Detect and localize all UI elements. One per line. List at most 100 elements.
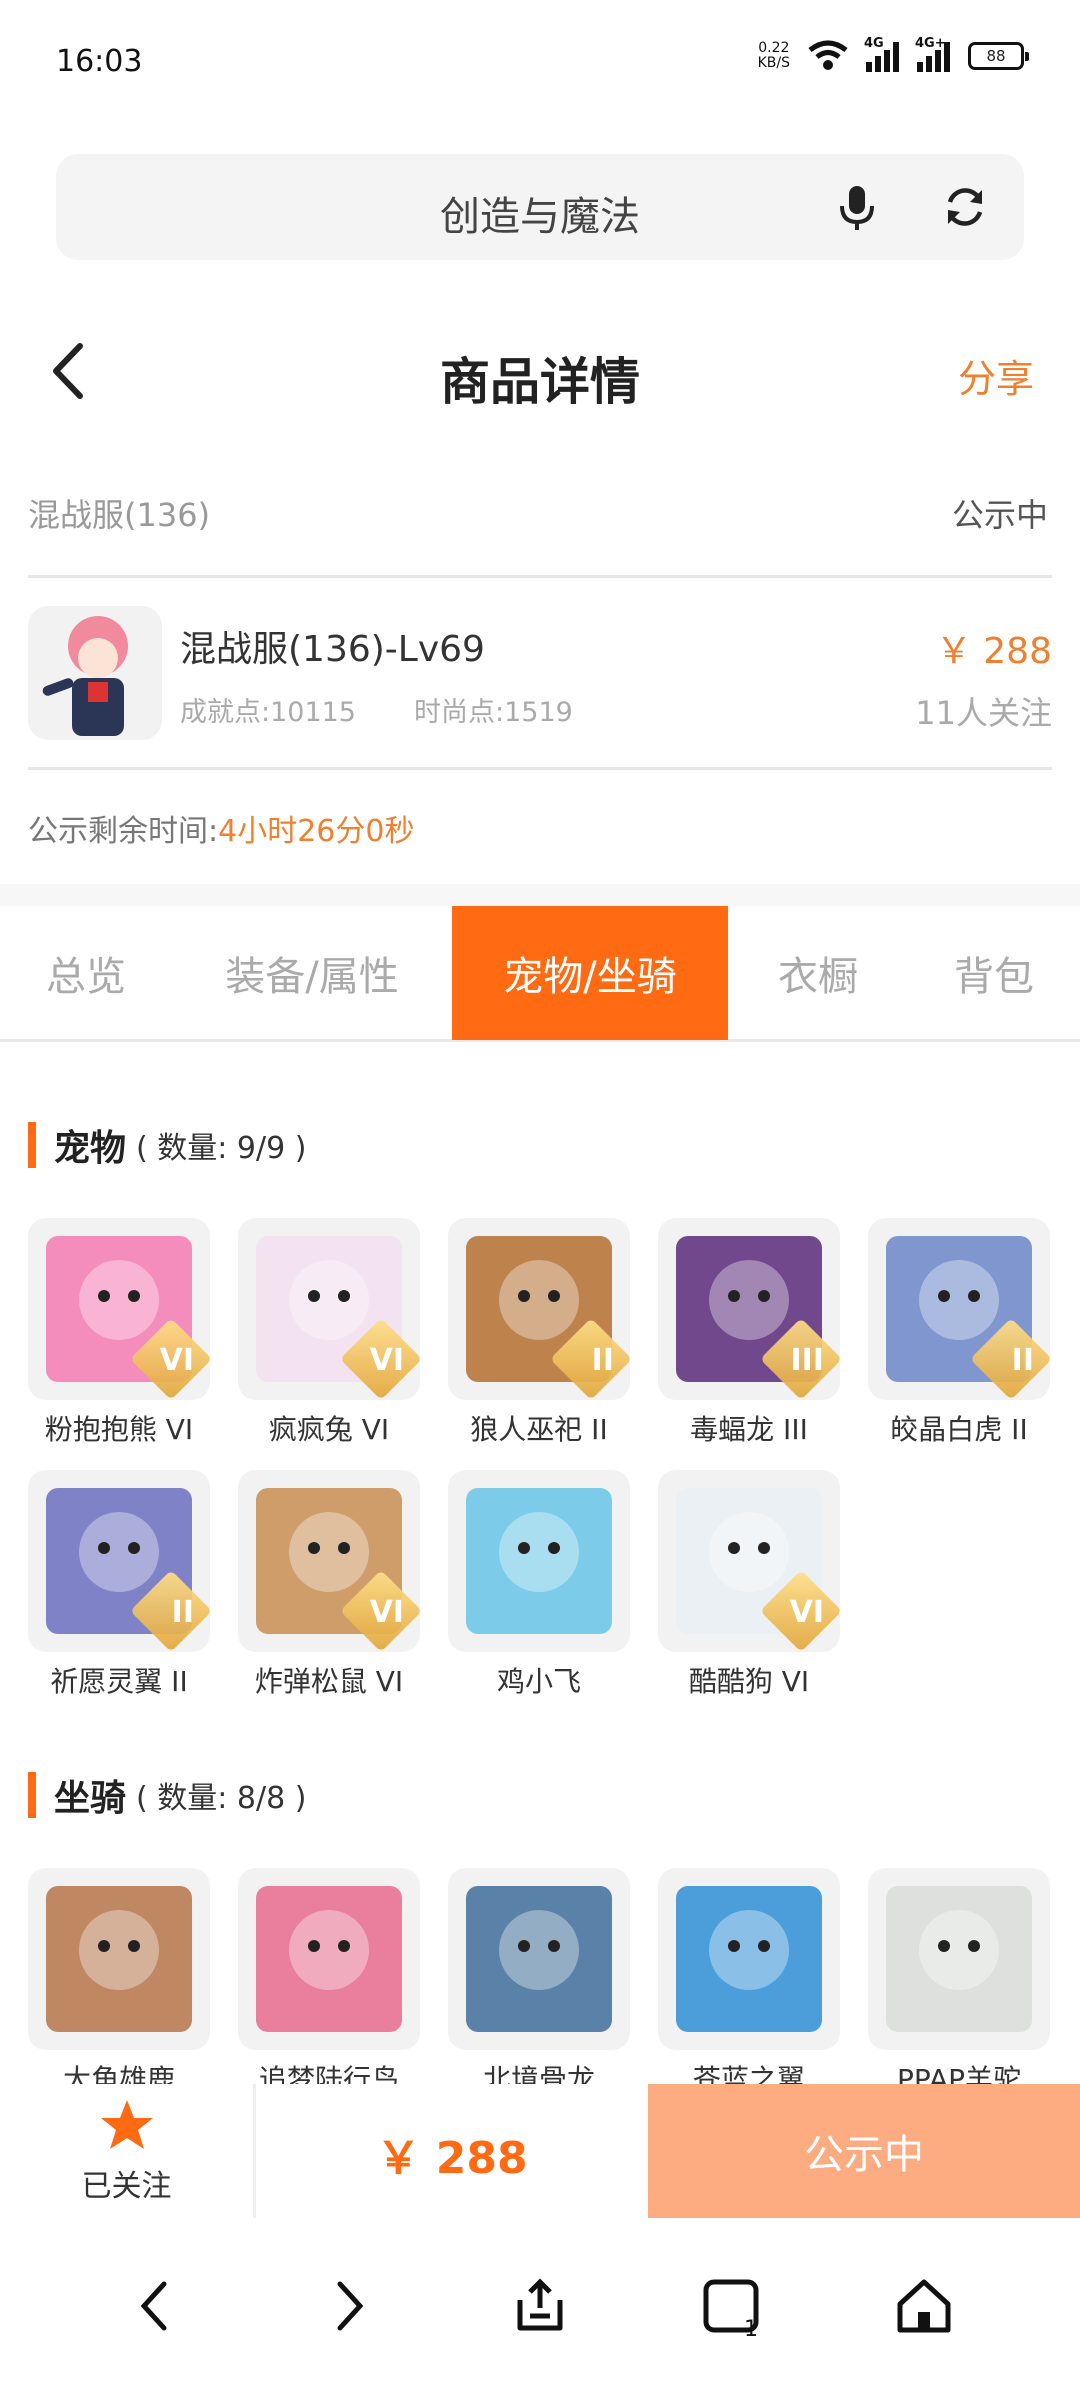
tier-badge-text: II	[171, 1595, 194, 1630]
remaining-time-row: 公示剩余时间:4小时26分0秒	[28, 772, 1052, 882]
tier-badge-text: III	[790, 1343, 825, 1378]
pet-thumbnail: VI	[28, 1218, 210, 1400]
remaining-time: 公示剩余时间:4小时26分0秒	[28, 814, 415, 849]
refresh-icon[interactable]	[938, 180, 992, 234]
follower-count: 11人关注	[915, 694, 1052, 732]
fashion-points: 时尚点:1519	[414, 697, 573, 728]
pet-item[interactable]: VI 疯疯兔 VI	[238, 1218, 420, 1448]
bottom-price: ￥ 288	[376, 2133, 528, 2184]
mount-item[interactable]: 大角雄鹿	[28, 1868, 210, 2098]
character-avatar	[28, 606, 162, 740]
upload-share-icon	[517, 2278, 563, 2331]
pet-item[interactable]: II 皎晶白虎 II	[868, 1218, 1050, 1448]
pet-thumbnail: VI	[658, 1470, 840, 1652]
tabs-icon: 1	[703, 2279, 759, 2338]
wifi-icon	[808, 40, 848, 70]
pet-name: 疯疯兔 VI	[268, 1413, 390, 1446]
pet-name: 毒蝠龙 III	[690, 1413, 808, 1446]
pet-item[interactable]: VI 粉抱抱熊 VI	[28, 1218, 210, 1448]
page-header: 商品详情 分享	[0, 300, 1080, 440]
status-bar: 16:03 0.22 KB/S 4G 4G+ 88	[0, 0, 1080, 130]
pet-thumbnail: VI	[238, 1218, 420, 1400]
pet-thumbnail: II	[448, 1218, 630, 1400]
battery-icon: 88	[968, 42, 1029, 70]
nav-home-button[interactable]	[884, 2266, 964, 2346]
mount-item[interactable]: 北境骨龙	[448, 1868, 630, 2098]
tier-badge-text: VI	[369, 1595, 404, 1630]
pet-name: 酷酷狗 VI	[688, 1665, 810, 1698]
system-nav-bar: 1	[0, 2236, 1080, 2376]
mount-thumbnail	[868, 1868, 1050, 2050]
mounts-grid: 大角雄鹿 追梦陆行鸟 北境骨龙 苍蓝之翼 PPAP羊驼	[28, 1868, 1052, 2098]
pet-name: 炸弹松鼠 VI	[254, 1665, 404, 1698]
mount-thumbnail	[28, 1868, 210, 2050]
pets-grid: VI 粉抱抱熊 VI VI 疯疯兔 VI II 狼人巫祀 II III 毒蝠龙 III II 皎晶…	[28, 1218, 1052, 1700]
tier-badge-text: II	[591, 1343, 614, 1378]
mount-thumbnail	[238, 1868, 420, 2050]
tab-bar: 总览 装备/属性 宠物/坐骑 衣橱 背包	[0, 906, 1080, 1042]
home-icon	[897, 2279, 951, 2333]
nav-share-button[interactable]	[500, 2266, 580, 2346]
nav-back-button[interactable]	[116, 2266, 196, 2346]
pet-thumbnail: VI	[238, 1470, 420, 1652]
nav-tabs-button[interactable]: 1	[692, 2266, 772, 2346]
chevron-right-icon	[337, 2281, 364, 2331]
mount-portrait	[46, 1886, 192, 2032]
share-button[interactable]: 分享	[958, 348, 1034, 403]
mounts-section-header: 坐骑 ( 数量: 8/8 )	[28, 1770, 306, 1820]
pet-thumbnail: II	[868, 1218, 1050, 1400]
mounts-title: 坐骑	[54, 1778, 127, 1819]
nav-forward-button[interactable]	[308, 2266, 388, 2346]
product-row[interactable]: 混战服(136)-Lv69 成就点:10115 时尚点:1519 ￥ 288 1…	[28, 580, 1052, 770]
remaining-time-value: 4小时26分0秒	[218, 814, 415, 849]
tab-backpack[interactable]: 背包	[908, 906, 1080, 1040]
pet-item[interactable]: II 狼人巫祀 II	[448, 1218, 630, 1448]
microphone-icon[interactable]	[830, 180, 884, 234]
tier-badge-text: II	[1011, 1343, 1034, 1378]
signal-sim2-icon: 4G+	[915, 36, 950, 72]
tier-badge-text: VI	[159, 1343, 194, 1378]
mount-item[interactable]: PPAP羊驼	[868, 1868, 1050, 2098]
pet-item[interactable]: III 毒蝠龙 III	[658, 1218, 840, 1448]
pet-portrait	[466, 1488, 612, 1634]
chevron-left-icon	[140, 2281, 167, 2331]
product-name: 混战服(136)-Lv69	[180, 629, 485, 670]
pet-name: 皎晶白虎 II	[890, 1413, 1028, 1446]
mount-portrait	[676, 1886, 822, 2032]
mount-thumbnail	[658, 1868, 840, 2050]
achievement-points: 成就点:10115	[180, 697, 356, 728]
follow-button[interactable]: 已关注	[0, 2084, 256, 2218]
svg-text:1: 1	[744, 2317, 758, 2338]
follow-label: 已关注	[81, 2169, 172, 2204]
mount-portrait	[256, 1886, 402, 2032]
pets-count: ( 数量: 9/9 )	[136, 1131, 307, 1166]
pet-thumbnail	[448, 1470, 630, 1652]
status-time: 16:03	[56, 44, 143, 79]
pet-item[interactable]: VI 酷酷狗 VI	[658, 1470, 840, 1700]
mount-portrait	[466, 1886, 612, 2032]
tab-wardrobe[interactable]: 衣橱	[728, 906, 908, 1040]
pet-thumbnail: II	[28, 1470, 210, 1652]
mount-item[interactable]: 苍蓝之翼	[658, 1868, 840, 2098]
section-accent-bar	[28, 1772, 36, 1818]
tab-pets-mounts[interactable]: 宠物/坐骑	[452, 906, 728, 1040]
pet-item[interactable]: 鸡小飞	[448, 1470, 630, 1700]
server-name: 混战服(136)	[28, 496, 211, 534]
pet-item[interactable]: II 祈愿灵翼 II	[28, 1470, 210, 1700]
pet-item[interactable]: VI 炸弹松鼠 VI	[238, 1470, 420, 1700]
search-bar[interactable]: 创造与魔法	[56, 154, 1024, 260]
tab-overview[interactable]: 总览	[0, 906, 172, 1040]
product-price: ￥ 288	[935, 631, 1052, 672]
network-speed: 0.22 KB/S	[757, 40, 790, 71]
action-bar: 已关注 ￥ 288 公示中	[0, 2084, 1080, 2218]
tab-equipment[interactable]: 装备/属性	[172, 906, 452, 1040]
pet-name: 祈愿灵翼 II	[50, 1665, 188, 1698]
mounts-count: ( 数量: 8/8 )	[136, 1781, 307, 1816]
mount-item[interactable]: 追梦陆行鸟	[238, 1868, 420, 2098]
server-status: 公示中	[951, 496, 1048, 534]
tier-badge-text: VI	[789, 1595, 824, 1630]
star-icon	[100, 2100, 153, 2149]
mount-thumbnail	[448, 1868, 630, 2050]
status-button[interactable]: 公示中	[648, 2084, 1080, 2218]
product-stats: 成就点:10115 时尚点:1519	[180, 690, 573, 729]
